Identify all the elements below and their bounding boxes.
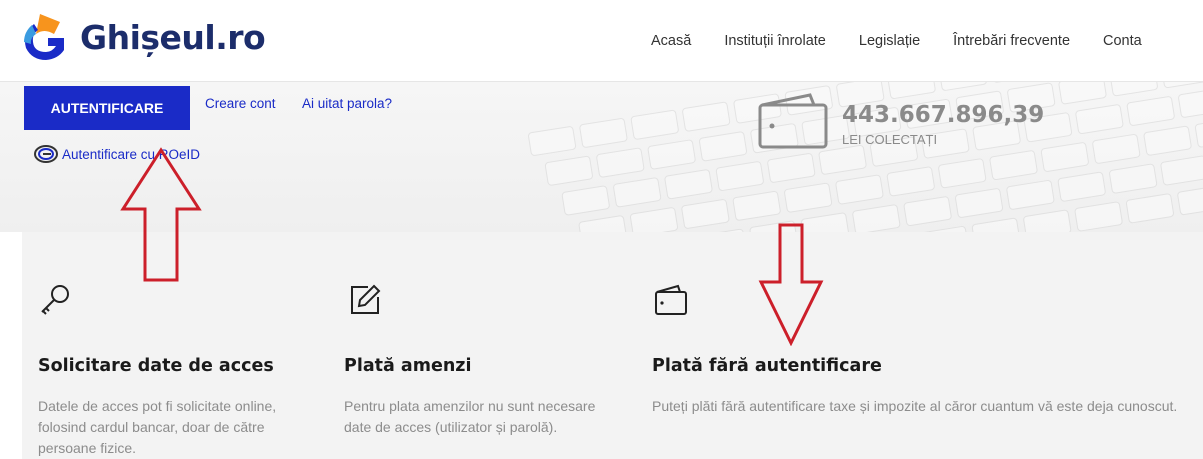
keyboard-key	[1194, 117, 1203, 149]
keyboard-key	[732, 190, 782, 222]
card-description: Puteți plăti fără autentificare taxe și …	[652, 398, 1178, 414]
wallet-icon	[758, 93, 828, 149]
keyboard-key	[1108, 163, 1158, 195]
card-title: Solicitare date de acces	[38, 356, 274, 376]
nav-contact[interactable]: Conta	[1103, 33, 1142, 49]
keyboard-key	[1074, 103, 1124, 135]
wallet-icon	[655, 284, 687, 315]
keyboard-key	[954, 187, 1004, 219]
nav-faq[interactable]: Întrebări frecvente	[953, 33, 1070, 49]
keyboard-key	[561, 185, 611, 216]
keyboard-key	[578, 117, 629, 149]
login-button[interactable]: AUTENTIFICARE	[24, 86, 190, 130]
keyboard-key	[851, 203, 901, 232]
keyboard-key	[1126, 95, 1176, 127]
keyboard-key	[1177, 87, 1203, 119]
keyboard-key	[938, 82, 988, 92]
card-title: Plată fără autentificare	[652, 356, 882, 376]
nav-home[interactable]: Acasă	[651, 33, 691, 49]
nav-legislation[interactable]: Legislație	[859, 33, 920, 49]
keyboard-key	[989, 82, 1039, 84]
key-icon	[41, 285, 69, 315]
roeid-icon	[34, 145, 58, 163]
ghiseul-logo-icon	[24, 14, 64, 60]
arrow-up-icon	[120, 147, 202, 282]
keyboard-key	[1143, 125, 1193, 157]
keyboard-key	[578, 214, 628, 232]
brand-name: Ghișeul.ro	[80, 17, 266, 57]
keyboard-key	[817, 144, 868, 176]
keyboard-key	[544, 155, 594, 187]
collected-label: LEI COLECTAȚI	[842, 132, 938, 147]
arrow-down-icon	[758, 223, 824, 346]
keyboard-key	[715, 160, 765, 192]
keyboard-key	[629, 206, 679, 232]
keyboard-key	[595, 147, 645, 179]
keyboard-key	[612, 176, 662, 208]
keyboard-key	[1109, 82, 1159, 97]
nav-institutions[interactable]: Instituții înrolate	[724, 33, 826, 49]
edit-icon	[351, 284, 381, 314]
card-description: Pentru plata amenzilor nu sunt necesare …	[344, 398, 596, 435]
keyboard-key	[766, 152, 816, 184]
keyboard-key	[630, 109, 680, 141]
keyboard-key	[1040, 141, 1090, 173]
keyboard-key	[971, 217, 1021, 232]
main-nav: Acasă Instituții înrolate Legislație Înt…	[651, 33, 1175, 49]
logo[interactable]: Ghișeul.ro	[20, 12, 266, 62]
keyboard-key	[834, 174, 885, 206]
keyboard-key	[1005, 179, 1055, 211]
keyboard-key	[886, 82, 937, 100]
keyboard-key	[698, 130, 748, 162]
keyboard-key	[1073, 201, 1124, 232]
keyboard-key	[1160, 82, 1203, 89]
card-title: Plată amenzi	[344, 356, 472, 376]
keyboard-key	[937, 157, 987, 189]
create-account-link[interactable]: Creare cont	[205, 96, 276, 111]
keyboard-key	[886, 165, 936, 197]
keyboard-key	[1091, 133, 1141, 165]
keyboard-key	[988, 149, 1039, 181]
keyboard-key	[680, 198, 730, 230]
keyboard-key	[647, 139, 697, 170]
keyboard-key	[527, 125, 577, 157]
card-description: Datele de acces pot fi solicitate online…	[38, 398, 277, 456]
site-header: Ghișeul.ro Acasă Instituții înrolate Leg…	[0, 0, 1203, 82]
keyboard-key	[663, 168, 714, 200]
forgot-password-link[interactable]: Ai uitat parola?	[302, 96, 392, 111]
keyboard-key	[903, 195, 953, 227]
keyboard-key	[1176, 184, 1203, 216]
keyboard-key	[1057, 82, 1108, 105]
keyboard-key	[1022, 209, 1072, 232]
keyboard-key	[1057, 171, 1107, 203]
keyboard-key	[783, 182, 833, 214]
keyboard-key	[1159, 155, 1203, 186]
collected-amount: 443.667.896,39	[842, 102, 1045, 128]
keyboard-key	[681, 101, 731, 133]
keyboard-key	[1125, 192, 1175, 224]
